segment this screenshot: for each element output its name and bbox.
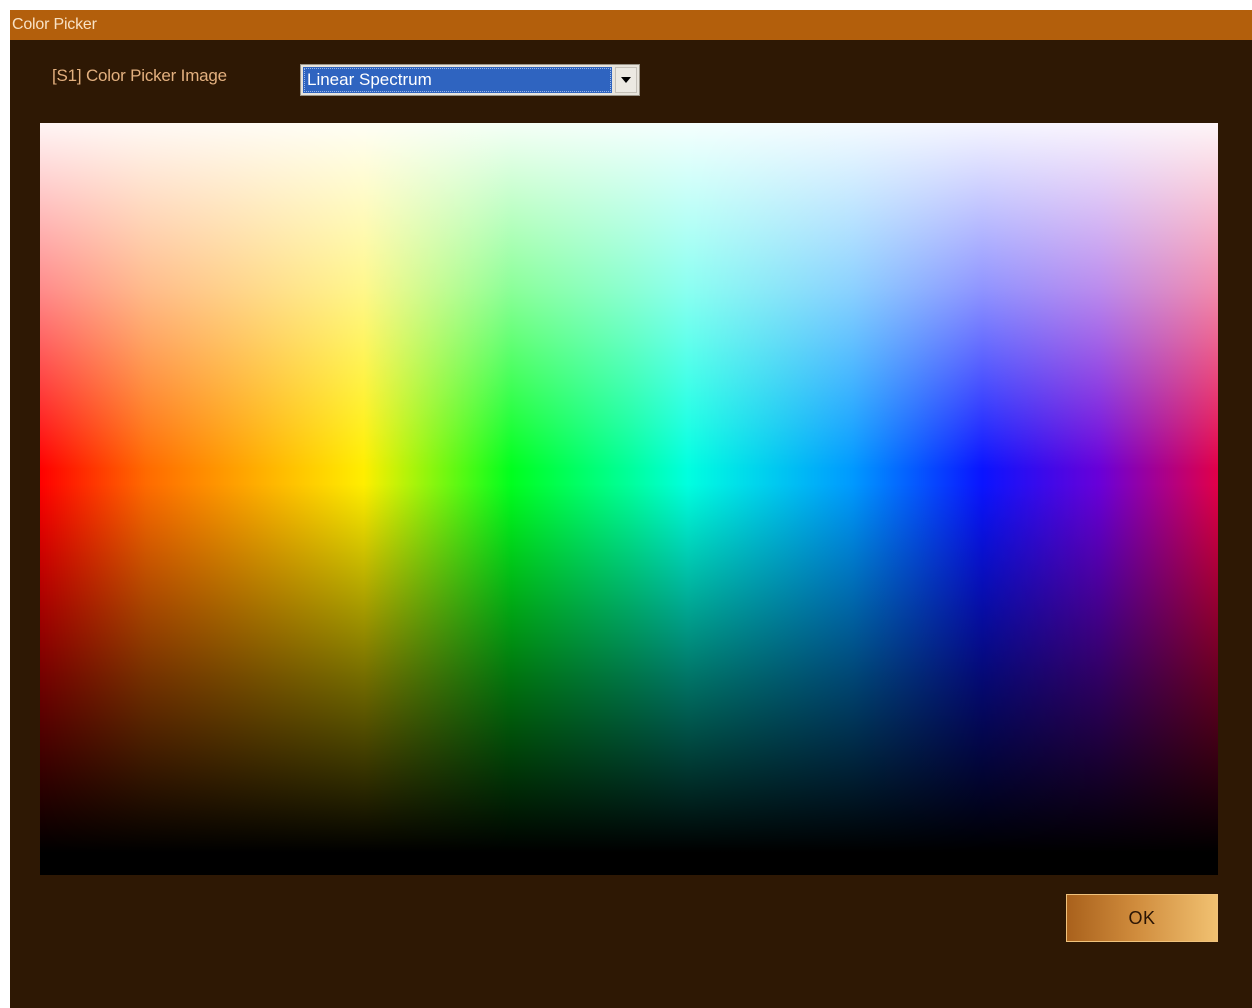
title-bar[interactable]: Color Picker bbox=[10, 10, 1252, 40]
dropdown-button[interactable] bbox=[615, 67, 637, 93]
ok-button[interactable]: OK bbox=[1066, 894, 1218, 942]
window-title: Color Picker bbox=[12, 16, 97, 33]
color-picker-window: Color Picker [S1] Color Picker Image Lin… bbox=[10, 10, 1252, 1008]
color-picker-image-select[interactable]: Linear Spectrum bbox=[300, 64, 640, 96]
selected-option[interactable]: Linear Spectrum bbox=[303, 67, 612, 93]
color-picker-image-label: [S1] Color Picker Image bbox=[52, 66, 227, 85]
color-spectrum-canvas[interactable] bbox=[40, 123, 1218, 875]
chevron-down-icon bbox=[621, 77, 631, 83]
